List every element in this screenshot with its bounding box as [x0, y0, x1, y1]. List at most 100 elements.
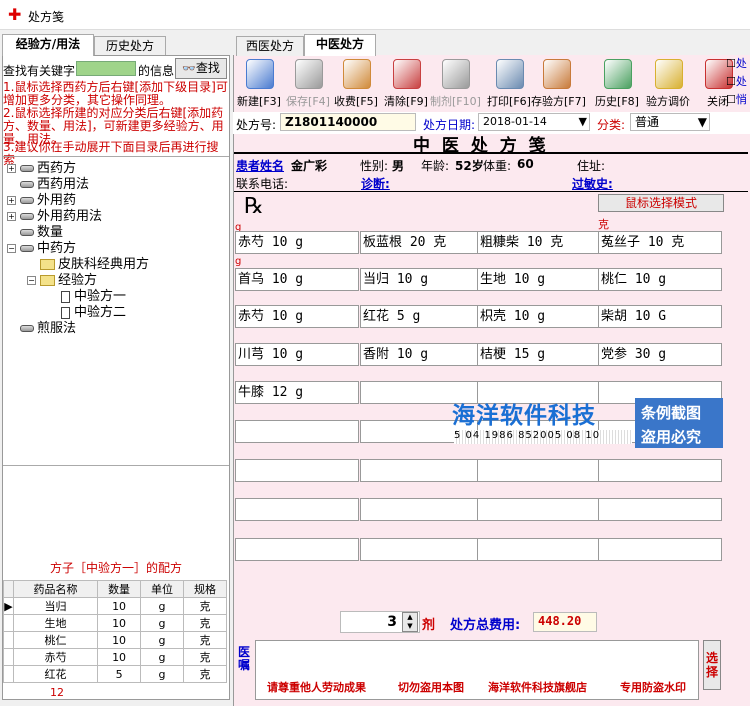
diagnosis-label[interactable]: 诊断:	[361, 175, 390, 192]
checkbox-1[interactable]: ☐处	[726, 55, 747, 71]
table-row[interactable]: 赤芍 10 g 克	[3, 648, 227, 666]
binoculars-icon: 👓	[182, 62, 196, 75]
select-button[interactable]: 选择	[703, 640, 721, 690]
tree-item-waiyong[interactable]: + 外用药	[7, 193, 76, 209]
herb-cell[interactable]: 菟丝子 10 克	[598, 231, 722, 254]
tab-chinese-rx[interactable]: 中医处方	[304, 34, 376, 56]
search-button[interactable]: 👓查找	[175, 58, 227, 79]
herb-cell[interactable]: 生地 10 g	[477, 268, 601, 291]
herb-cell[interactable]: 当归 10 g	[360, 268, 484, 291]
table-row[interactable]: 生地 10 g 克	[3, 614, 227, 632]
tree-item-jianfufa[interactable]: 煎服法	[20, 321, 76, 337]
table-footer-count: 12	[50, 686, 64, 699]
collapse-icon[interactable]: −	[27, 276, 36, 285]
herb-cell[interactable]: 赤芍 10 g	[235, 231, 359, 254]
expand-icon[interactable]: +	[7, 212, 16, 221]
charge-button[interactable]: 收费[F5]	[331, 57, 381, 108]
search-input[interactable]	[76, 61, 136, 76]
table-row[interactable]: 桃仁 10 g 克	[3, 631, 227, 649]
herb-cell[interactable]: 枳壳 10 g	[477, 305, 601, 328]
tab-experience[interactable]: 经验方/用法	[2, 34, 94, 56]
herb-cell[interactable]: 柴胡 10 G	[598, 305, 722, 328]
price-button[interactable]: 验方调价	[643, 57, 693, 108]
drawer-icon	[20, 245, 34, 252]
doctor-advice-label: 医嘱	[238, 645, 251, 672]
expand-icon[interactable]: +	[7, 196, 16, 205]
chevron-up-icon[interactable]: ▲	[407, 613, 412, 621]
tree-item-zhongyao[interactable]: − 中药方	[7, 241, 76, 257]
herb-cell[interactable]: 首乌 10 g	[235, 268, 359, 291]
tree-label: 外用药	[37, 193, 77, 208]
tree-item-quantity[interactable]: 数量	[20, 225, 63, 241]
tree-label: 中药方	[37, 241, 77, 256]
new-button[interactable]: 新建[F3]	[234, 57, 284, 108]
herb-cell[interactable]: 桃仁 10 g	[598, 268, 722, 291]
dropdown-arrow-icon[interactable]: ▼	[579, 114, 587, 130]
tree-item-pifuke[interactable]: 皮肤科经典用方	[40, 257, 149, 273]
toolbar-label: 保存[F4]	[286, 95, 330, 108]
tree-label: 中验方一	[74, 289, 127, 304]
herb-cell[interactable]: 香附 10 g	[360, 343, 484, 366]
print-button[interactable]: 打印[F6]	[484, 57, 534, 108]
herb-cell[interactable]	[360, 459, 484, 482]
herb-cell[interactable]	[235, 420, 359, 443]
herb-cell[interactable]: 红花 5 g	[360, 305, 484, 328]
dropdown-arrow-icon[interactable]: ▼	[698, 114, 707, 130]
herb-cell[interactable]	[235, 538, 359, 561]
tree-item-xiyao[interactable]: + 西药方	[7, 161, 76, 177]
save-recipe-button[interactable]: 存验方[F7]	[531, 57, 586, 108]
dose-stepper[interactable]: ▲ ▼	[402, 612, 418, 632]
checkbox-3[interactable]: ☐悄	[726, 91, 747, 107]
herb-cell[interactable]: 党参 30 g	[598, 343, 722, 366]
herb-cell[interactable]: 川芎 10 g	[235, 343, 359, 366]
herb-cell[interactable]	[477, 498, 601, 521]
expand-icon[interactable]: +	[7, 164, 16, 173]
herb-cell[interactable]	[598, 538, 722, 561]
herb-cell[interactable]: 板蓝根 20 克	[360, 231, 484, 254]
herb-cell[interactable]: 粗糠柴 10 克	[477, 231, 601, 254]
checkbox-2[interactable]: ☐处	[726, 73, 747, 89]
search-prefix-label: 查找有关键字	[3, 64, 76, 78]
history-button[interactable]: 历史[F8]	[592, 57, 642, 108]
doc-icon	[61, 306, 70, 319]
table-row[interactable]: ▶ 当归 10 g 克	[3, 597, 227, 615]
tree-item-waiyong-usage[interactable]: + 外用药用法	[7, 209, 102, 225]
tree-label: 皮肤科经典用方	[58, 257, 150, 272]
rx-symbol-icon: ℞	[244, 194, 264, 219]
herb-cell[interactable]	[235, 498, 359, 521]
charge-icon	[343, 59, 371, 89]
tab-history-rx[interactable]: 历史处方	[94, 36, 166, 56]
save-button: 保存[F4]	[283, 57, 333, 108]
title-bar: ✚ 处方笺	[0, 0, 750, 30]
tab-western-rx[interactable]: 西医处方	[236, 36, 304, 56]
date-picker[interactable]: 2018-01-14 ▼	[478, 113, 590, 131]
tree-item-xiyao-usage[interactable]: 西药用法	[20, 177, 89, 193]
patient-name-label[interactable]: 患者姓名	[236, 157, 284, 174]
weight-value: 60	[517, 157, 534, 171]
herb-cell[interactable]	[477, 459, 601, 482]
tree-item-jingyanfang[interactable]: − 经验方	[27, 273, 97, 289]
category-select[interactable]: 普通 ▼	[630, 113, 710, 131]
herb-cell[interactable]	[477, 538, 601, 561]
rx-no-field[interactable]: Z1801140000	[280, 113, 416, 131]
herb-cell[interactable]: 赤芍 10 g	[235, 305, 359, 328]
chevron-down-icon[interactable]: ▼	[407, 622, 412, 630]
herb-cell[interactable]: 牛膝 12 g	[235, 381, 359, 404]
mouse-mode-button[interactable]: 鼠标选择模式	[598, 194, 724, 212]
watermark-stamp: 条例截图 盗用必究	[635, 398, 723, 448]
herb-cell[interactable]	[598, 459, 722, 482]
allergy-label[interactable]: 过敏史:	[572, 175, 613, 192]
collapse-icon[interactable]: −	[7, 244, 16, 253]
table-row[interactable]: 红花 5 g 克	[3, 665, 227, 683]
total-cost-field: 448.20	[533, 612, 597, 632]
herb-cell[interactable]	[360, 498, 484, 521]
sub-recipe-caption: 方子［中验方一］的配方	[49, 561, 182, 575]
tree-label: 外用药用法	[37, 209, 103, 224]
herb-cell[interactable]: 桔梗 15 g	[477, 343, 601, 366]
tree-item-zhongyanfang-2[interactable]: 中验方二	[61, 305, 126, 321]
herb-cell[interactable]	[598, 498, 722, 521]
herb-cell[interactable]	[360, 538, 484, 561]
herb-cell[interactable]	[235, 459, 359, 482]
tree-item-zhongyanfang-1[interactable]: 中验方一	[61, 289, 126, 305]
clear-button[interactable]: 清除[F9]	[381, 57, 431, 108]
